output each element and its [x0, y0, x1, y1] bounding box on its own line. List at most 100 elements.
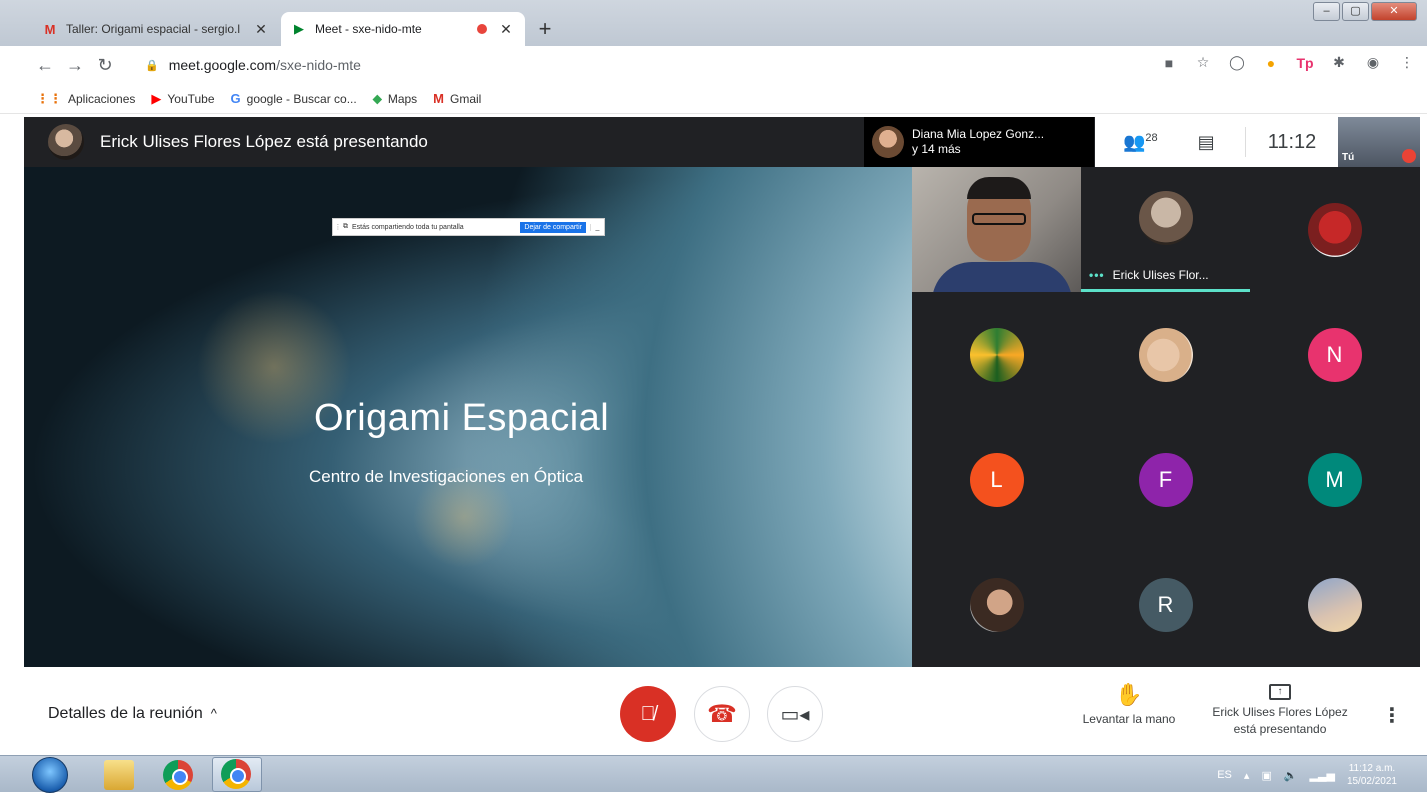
- self-label: Tú: [1342, 152, 1355, 163]
- stop-sharing-button[interactable]: Dejar de compartir: [520, 221, 586, 233]
- minimize-share-bar-button[interactable]: _: [590, 223, 604, 231]
- bookmark-maps[interactable]: ⬥ Maps: [373, 91, 417, 107]
- camera-icon[interactable]: ■: [1159, 55, 1179, 71]
- tab-meet[interactable]: ▶ Meet - sxe-nido-mte ✕: [281, 12, 525, 46]
- slide-title: Origami Espacial: [314, 397, 610, 439]
- video-camera-icon: ▭◂: [780, 703, 810, 726]
- browser-toolbar: ← → ↻ 🔒 meet.google.com/sxe-nido-mte ■ ☆…: [0, 46, 1427, 84]
- bookmark-gmail[interactable]: M Gmail: [433, 91, 481, 106]
- extension-help-icon[interactable]: ◯: [1227, 54, 1247, 71]
- camera-toggle-button[interactable]: ▭◂: [767, 686, 823, 742]
- taskbar-clock[interactable]: 11:12 a.m. 15/02/2021: [1347, 762, 1397, 788]
- slide-subtitle: Centro de Investigaciones en Óptica: [309, 467, 584, 486]
- bookmark-label: YouTube: [167, 91, 215, 106]
- lock-icon: 🔒: [145, 59, 159, 72]
- tray-expand-icon[interactable]: ▴: [1244, 769, 1250, 782]
- tab-gmail[interactable]: M Taller: Origami espacial - sergio.l ✕: [32, 12, 280, 46]
- meeting-details-button[interactable]: Detalles de la reunión ^: [48, 705, 217, 723]
- close-icon[interactable]: ✕: [497, 21, 515, 38]
- minimize-button[interactable]: –: [1313, 2, 1340, 21]
- participant-tile-letter[interactable]: R: [1081, 542, 1250, 667]
- language-indicator[interactable]: ES: [1217, 769, 1232, 781]
- present-screen-icon: ↑: [1269, 684, 1291, 700]
- people-icon: 👥: [1123, 131, 1146, 152]
- speaking-label: ••• Erick Ulises Flor...: [1089, 268, 1209, 282]
- apps-icon: ⋮⋮: [36, 90, 62, 106]
- window-controls: – ▢ ✕: [1313, 2, 1417, 21]
- bookmark-label: Gmail: [450, 91, 482, 106]
- letter-avatar: F: [1138, 452, 1193, 507]
- hand-icon: ✋: [1115, 682, 1143, 707]
- avatar: [872, 126, 904, 158]
- meet-icon: ▶: [294, 21, 304, 36]
- pinned-name: Diana Mia Lopez Gonz...: [912, 127, 1045, 141]
- participant-grid: ••• Erick Ulises Flor... N L F M R: [912, 167, 1420, 667]
- share-screen-icon: ⧉: [343, 223, 348, 230]
- file-explorer-icon[interactable]: [104, 760, 134, 790]
- bookmark-apps[interactable]: ⋮⋮ Aplicaciones: [36, 91, 135, 107]
- address-bar[interactable]: 🔒 meet.google.com/sxe-nido-mte: [135, 51, 1125, 79]
- participant-tile[interactable]: [912, 542, 1081, 667]
- forward-icon[interactable]: →: [60, 55, 90, 76]
- close-icon[interactable]: ✕: [252, 21, 270, 38]
- clock-time: 11:12 a.m.: [1348, 763, 1396, 774]
- participant-tile-letter[interactable]: M: [1250, 417, 1419, 542]
- windows-taskbar: ES ▴ ▣ 🔈 ▂▃▅ 11:12 a.m. 15/02/2021: [0, 755, 1427, 793]
- raise-hand-button[interactable]: ✋ Levantar la mano: [1070, 682, 1188, 726]
- signal-icon[interactable]: ▂▃▅: [1310, 769, 1335, 782]
- chrome-icon[interactable]: [221, 759, 251, 789]
- puzzle-icon[interactable]: ✱: [1329, 54, 1349, 71]
- presenting-button[interactable]: ↑ Erick Ulises Flores López está present…: [1200, 682, 1360, 738]
- hang-up-icon: ☎: [707, 700, 737, 728]
- network-icon[interactable]: ▣: [1261, 769, 1271, 782]
- raise-hand-label: Levantar la mano: [1082, 712, 1176, 726]
- start-button[interactable]: [32, 757, 68, 793]
- presenting-line2: está presentando: [1233, 722, 1327, 736]
- participants-button[interactable]: 👥28: [1123, 132, 1158, 153]
- meet-controls: Detalles de la reunión ^ 🎙̸ ☎ ▭◂ ✋ Levant…: [0, 667, 1427, 755]
- participant-video: [912, 167, 1081, 292]
- leave-call-button[interactable]: ☎: [694, 686, 750, 742]
- presenting-line1: Erick Ulises Flores López: [1212, 705, 1348, 719]
- reload-icon[interactable]: ↻: [90, 55, 120, 76]
- participant-tile[interactable]: [912, 292, 1081, 417]
- clock-date: 15/02/2021: [1346, 776, 1397, 787]
- toolbar-actions: ■ ☆ ◯ ● Tp ✱ ◉ ⋮: [1159, 54, 1417, 71]
- participant-tile-video[interactable]: [912, 167, 1081, 292]
- star-icon[interactable]: ☆: [1193, 54, 1213, 71]
- window-close-button[interactable]: ✕: [1371, 2, 1417, 21]
- participant-tile-speaking[interactable]: ••• Erick Ulises Flor...: [1081, 167, 1250, 292]
- letter-avatar: R: [1138, 577, 1193, 632]
- presenter-avatar: [48, 124, 84, 160]
- avatar: [969, 577, 1024, 632]
- pinned-participants[interactable]: Diana Mia Lopez Gonz... y 14 más: [864, 117, 1094, 167]
- system-tray: ES ▴ ▣ 🔈 ▂▃▅ 11:12 a.m. 15/02/2021: [1217, 762, 1397, 788]
- mic-muted-icon: [1402, 149, 1416, 163]
- more-options-button[interactable]: ⋮: [1382, 703, 1402, 728]
- gmail-icon: M: [433, 91, 445, 106]
- url-host: meet.google.com: [168, 57, 277, 73]
- mic-toggle-button[interactable]: 🎙̸: [620, 686, 676, 742]
- chat-icon[interactable]: ▤: [1198, 132, 1215, 153]
- extension-play-icon[interactable]: ●: [1261, 55, 1281, 71]
- chrome-icon[interactable]: [163, 760, 193, 790]
- volume-icon[interactable]: 🔈: [1284, 769, 1298, 782]
- menu-icon[interactable]: ⋮: [1397, 54, 1417, 71]
- drag-handle-icon[interactable]: ⋮: [333, 223, 343, 231]
- profile-avatar-icon[interactable]: ◉: [1363, 54, 1383, 71]
- bookmark-youtube[interactable]: ▶ YouTube: [151, 91, 214, 107]
- participant-tile-letter[interactable]: N: [1250, 292, 1419, 417]
- extension-tp-icon[interactable]: Tp: [1295, 55, 1315, 71]
- meeting-info-box: 👥28 ▤ 11:12: [1095, 117, 1338, 167]
- participant-tile-letter[interactable]: L: [912, 417, 1081, 542]
- participant-tile[interactable]: [1250, 542, 1419, 667]
- bookmark-google[interactable]: G google - Buscar co...: [231, 91, 357, 106]
- recording-icon: [477, 24, 487, 34]
- participant-tile[interactable]: [1081, 292, 1250, 417]
- maximize-button[interactable]: ▢: [1342, 2, 1369, 21]
- participant-tile[interactable]: [1250, 167, 1419, 292]
- back-icon[interactable]: ←: [30, 55, 60, 76]
- participant-tile-letter[interactable]: F: [1081, 417, 1250, 542]
- self-view-tile[interactable]: Tú: [1338, 117, 1420, 167]
- new-tab-button[interactable]: +: [532, 17, 558, 43]
